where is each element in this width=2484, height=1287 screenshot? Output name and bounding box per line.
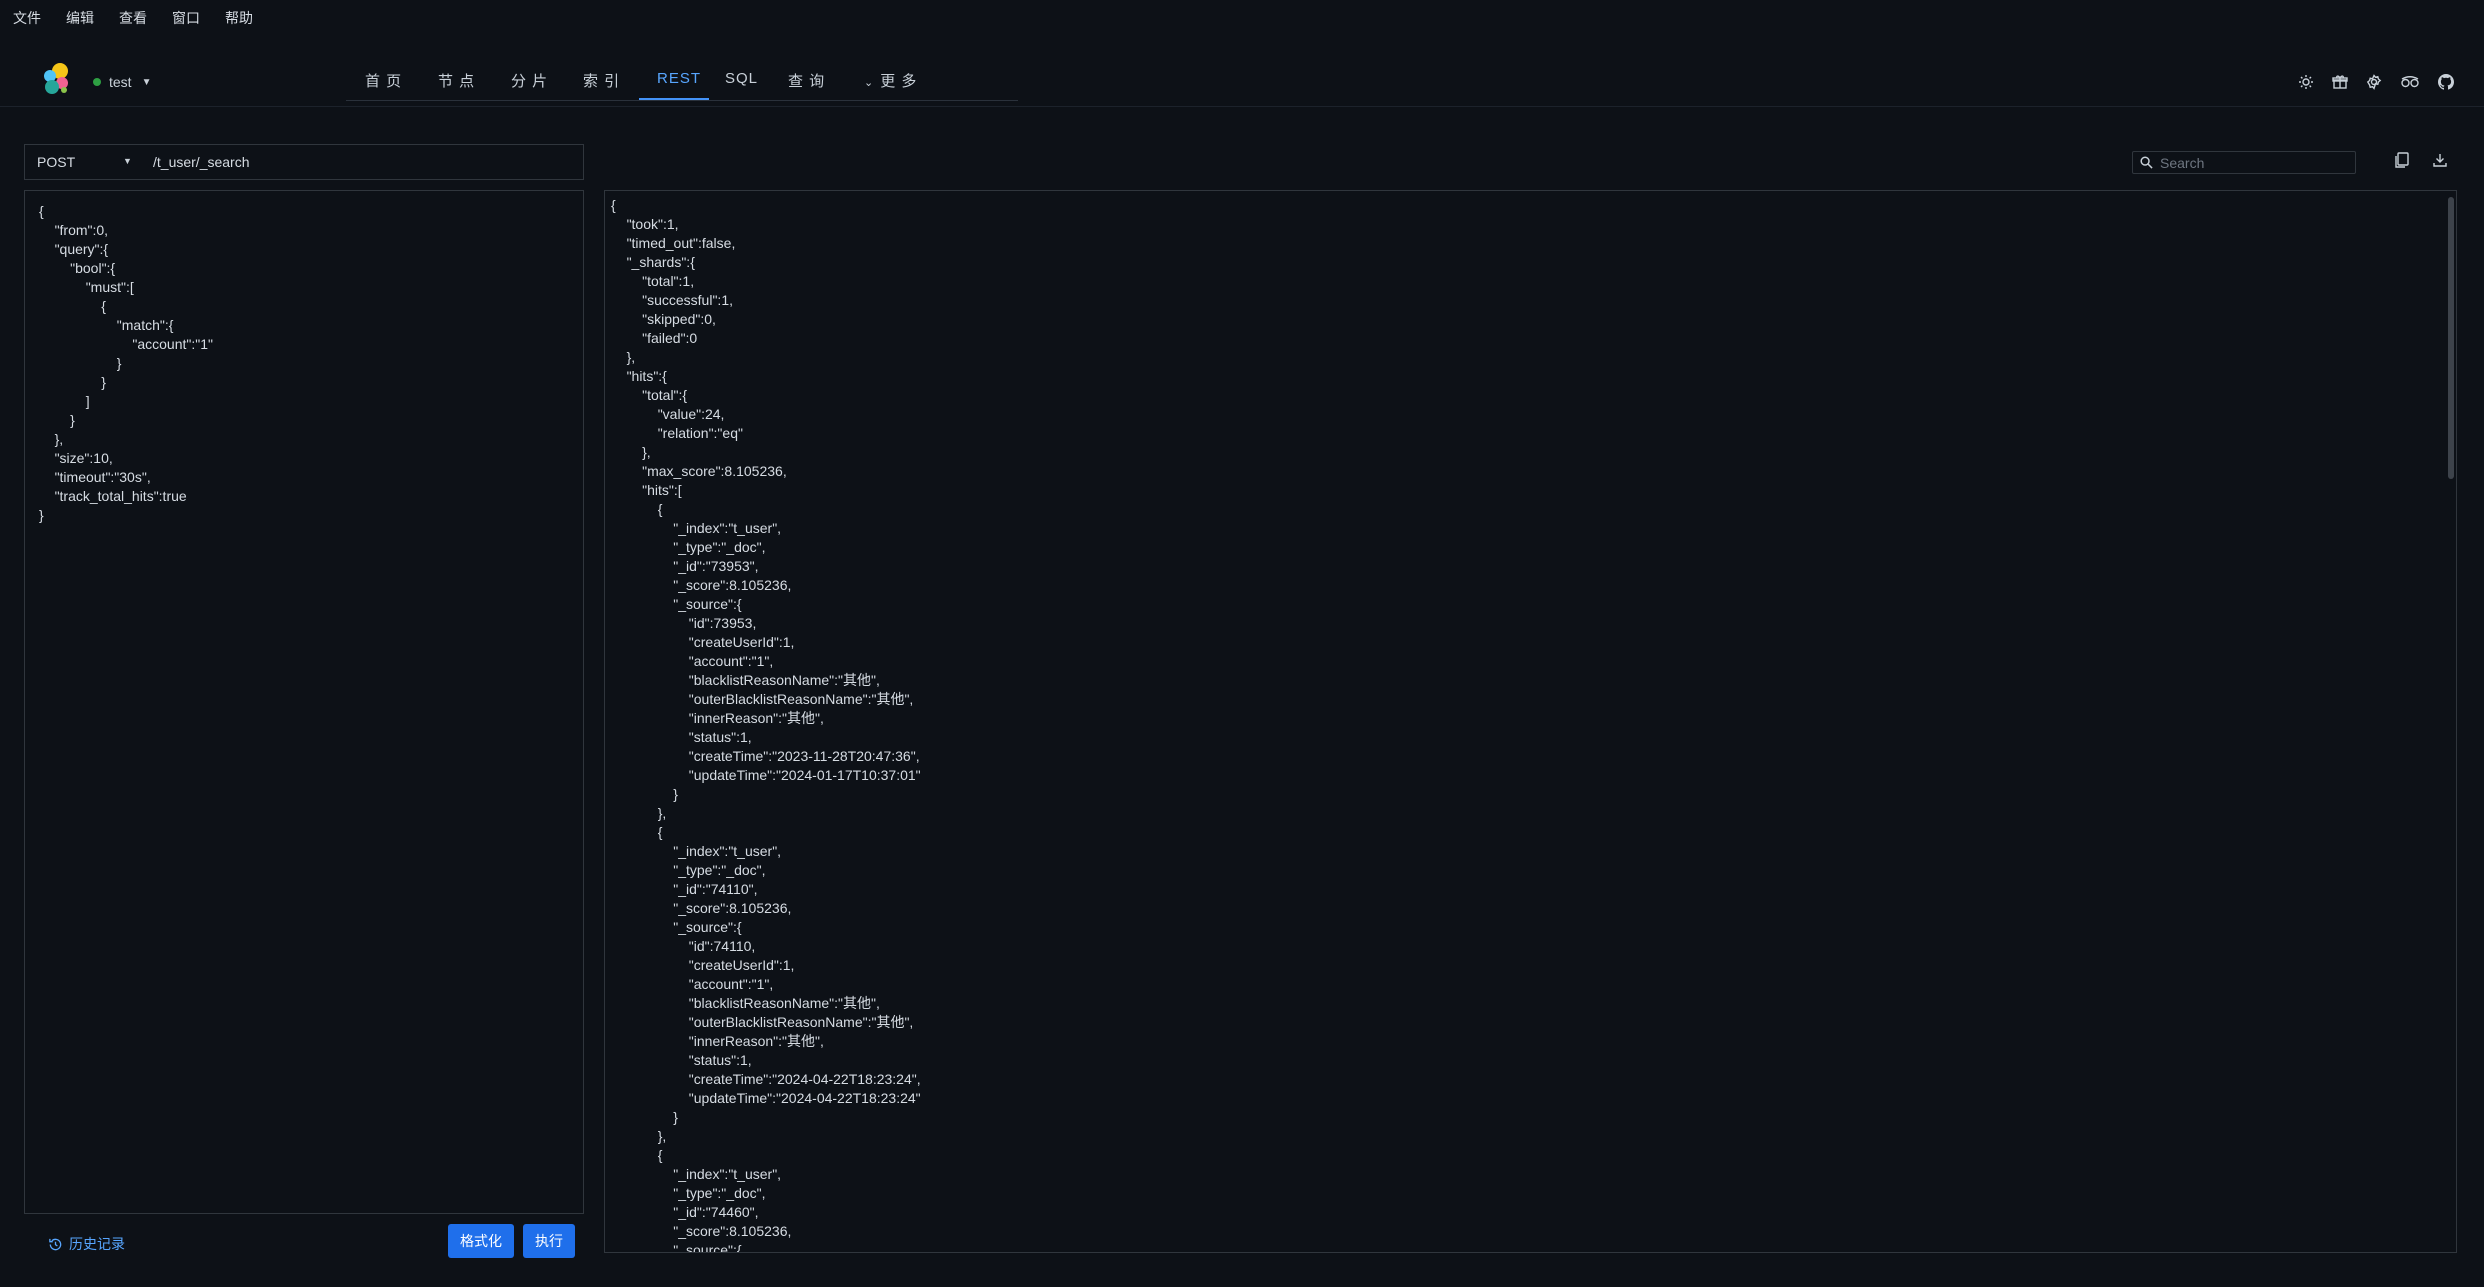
main-nav: 首 页 节 点 分 片 索 引 REST SQL 查 询 ⌄ 更 多	[346, 56, 1018, 101]
gear-icon[interactable]	[2366, 74, 2382, 90]
menu-file[interactable]: 文件	[13, 8, 41, 28]
app-header: test ▼ 首 页 节 点 分 片 索 引 REST SQL 查 询 ⌄ 更 多	[0, 56, 2484, 107]
tab-rest[interactable]: REST	[657, 70, 701, 87]
caret-down-icon[interactable]: ▼	[123, 156, 132, 166]
response-scrollbar[interactable]	[2446, 191, 2456, 1252]
active-tab-indicator	[639, 98, 709, 100]
response-search-input[interactable]: Search	[2132, 151, 2356, 174]
tab-query[interactable]: 查 询	[788, 70, 825, 91]
header-tools	[2298, 74, 2454, 90]
tab-nodes[interactable]: 节 点	[438, 70, 475, 91]
download-button[interactable]	[2432, 152, 2448, 168]
cluster-status-dot	[93, 78, 101, 86]
tab-indices[interactable]: 索 引	[583, 70, 620, 91]
scrollbar-thumb[interactable]	[2448, 197, 2454, 479]
menu-edit[interactable]: 编辑	[66, 8, 94, 28]
request-url-bar: POST ▼ /t_user/_search	[24, 144, 584, 180]
cluster-name: test	[109, 74, 132, 90]
gift-icon[interactable]	[2332, 74, 2348, 90]
history-label: 历史记录	[69, 1236, 125, 1252]
response-viewer[interactable]: { "took":1, "timed_out":false, "_shards"…	[604, 190, 2457, 1253]
tab-sql[interactable]: SQL	[725, 70, 758, 87]
download-icon	[2433, 154, 2447, 167]
http-method-select[interactable]: POST	[37, 154, 75, 170]
menu-window[interactable]: 窗口	[172, 8, 200, 28]
request-body-text[interactable]: { "from":0, "query":{ "bool":{ "must":[ …	[39, 202, 213, 525]
menubar: 文件 编辑 查看 窗口 帮助	[0, 0, 2484, 36]
tripadvisor-icon[interactable]	[2400, 74, 2420, 90]
search-icon	[2140, 156, 2153, 169]
copy-icon	[2395, 152, 2409, 168]
history-icon	[49, 1238, 62, 1250]
tab-more[interactable]: ⌄ 更 多	[864, 70, 917, 91]
request-actions: 历史记录 格式化 执行	[24, 1222, 584, 1262]
menu-help[interactable]: 帮助	[225, 8, 253, 28]
caret-down-icon: ▼	[141, 76, 152, 88]
history-link[interactable]: 历史记录	[48, 1234, 125, 1254]
chevron-down-icon: ⌄	[864, 77, 875, 89]
response-body-text: { "took":1, "timed_out":false, "_shards"…	[611, 197, 921, 1253]
format-button[interactable]: 格式化	[448, 1224, 514, 1258]
search-placeholder: Search	[2160, 155, 2205, 171]
menu-view[interactable]: 查看	[119, 8, 147, 28]
request-body-editor[interactable]: { "from":0, "query":{ "bool":{ "must":[ …	[24, 190, 584, 1214]
cluster-selector[interactable]: test ▼	[93, 74, 151, 90]
tab-shards[interactable]: 分 片	[511, 70, 548, 91]
tab-home[interactable]: 首 页	[365, 70, 402, 91]
sun-icon[interactable]	[2298, 74, 2314, 90]
request-path-input[interactable]: /t_user/_search	[153, 154, 250, 170]
github-icon[interactable]	[2438, 74, 2454, 90]
app-logo	[44, 63, 68, 94]
copy-button[interactable]	[2394, 152, 2409, 169]
execute-button[interactable]: 执行	[523, 1224, 575, 1258]
tab-more-label: 更 多	[880, 73, 918, 90]
